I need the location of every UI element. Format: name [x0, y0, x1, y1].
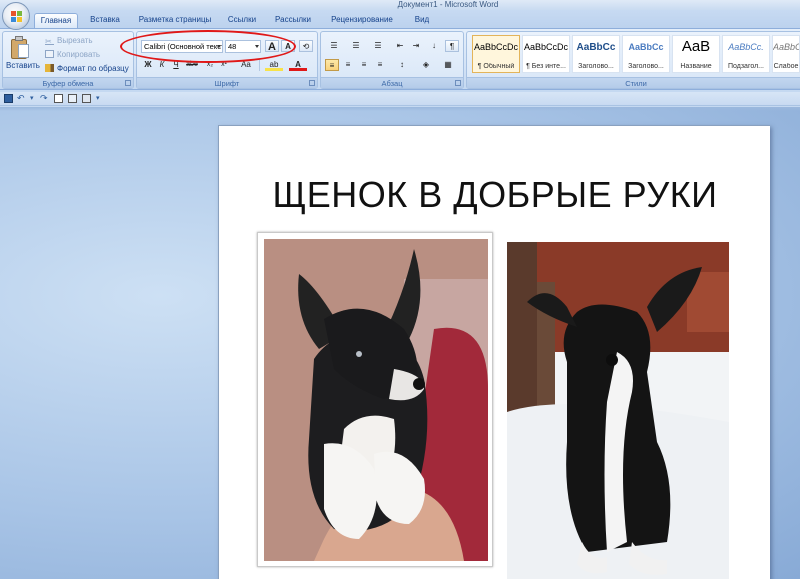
puppy-held-illustration — [264, 239, 488, 561]
increase-indent-icon[interactable]: ⇥ — [409, 40, 423, 52]
clear-format-icon[interactable]: ⟲ — [299, 40, 313, 52]
align-center-icon[interactable]: ≡ — [341, 59, 355, 71]
puppy-sitting-illustration — [507, 242, 729, 579]
ribbon-tabs: Главная Вставка Разметка страницы Ссылки… — [0, 10, 800, 28]
brush-icon — [45, 64, 54, 72]
multilevel-list-icon[interactable]: ☰ — [369, 40, 387, 52]
quick-access-toolbar: ↶ ▾ ↷ ▾ — [0, 92, 800, 106]
clipboard-group-label: Буфер обмена — [3, 77, 133, 88]
annotation-oval — [120, 30, 296, 63]
align-left-icon[interactable]: ≡ — [325, 59, 339, 71]
tab-insert[interactable]: Вставка — [84, 13, 126, 28]
document-page[interactable]: ЩЕНОК В ДОБРЫЕ РУКИ — [218, 125, 770, 579]
align-right-icon[interactable]: ≡ — [357, 59, 371, 71]
bullets-icon[interactable]: ☰ — [325, 40, 343, 52]
puppy-photo-1[interactable] — [257, 232, 493, 567]
styles-group-label: Стили — [467, 77, 800, 88]
copy-icon — [45, 50, 54, 58]
line-spacing-icon[interactable]: ↕ — [393, 59, 411, 71]
style-normal[interactable]: AaBbCcDc ¶ Обычный — [472, 35, 520, 73]
new-document-icon[interactable] — [54, 94, 63, 103]
window-title: Документ1 - Microsoft Word — [397, 0, 499, 9]
paragraph-group-label: Абзац — [321, 77, 463, 88]
font-launcher-icon[interactable] — [309, 80, 315, 86]
styles-gallery: AaBbCcDc ¶ Обычный AaBbCcDc ¶ Без инте..… — [470, 35, 800, 75]
decrease-indent-icon[interactable]: ⇤ — [393, 40, 407, 52]
paste-icon[interactable] — [11, 36, 31, 60]
separator — [259, 59, 260, 71]
style-heading-2[interactable]: AaBbCc Заголово... — [622, 35, 670, 73]
workspace-shadow — [0, 107, 800, 111]
highlight-icon[interactable]: ab — [265, 59, 283, 71]
title-bar: Документ1 - Microsoft Word — [0, 0, 800, 10]
clipboard-group: Вставить ✂ Вырезать Копировать Формат по … — [2, 31, 134, 89]
shading-icon[interactable]: ◈ — [417, 59, 435, 71]
borders-icon[interactable]: ▦ — [439, 59, 457, 71]
font-group-label: Шрифт — [137, 77, 317, 88]
document-heading[interactable]: ЩЕНОК В ДОБРЫЕ РУКИ — [219, 174, 771, 216]
justify-icon[interactable]: ≡ — [373, 59, 387, 71]
tab-references[interactable]: Ссылки — [222, 13, 262, 28]
customize-qat-icon[interactable]: ▾ — [96, 94, 105, 103]
paste-button[interactable]: Вставить — [6, 61, 40, 70]
font-color-button[interactable]: A — [289, 59, 307, 71]
puppy-photo-2[interactable] — [507, 242, 729, 579]
scissors-icon: ✂ — [45, 37, 54, 46]
office-button[interactable] — [2, 2, 30, 30]
bold-button[interactable]: Ж — [141, 59, 155, 71]
tab-review[interactable]: Рецензирование — [326, 13, 398, 28]
puppy-image-1 — [264, 239, 488, 561]
tab-page-layout[interactable]: Разметка страницы — [134, 13, 216, 28]
numbering-icon[interactable]: ☰ — [347, 40, 365, 52]
paragraph-launcher-icon[interactable] — [455, 80, 461, 86]
clipboard-launcher-icon[interactable] — [125, 80, 131, 86]
sort-icon[interactable]: ↓ — [427, 40, 441, 52]
undo-icon[interactable]: ↶ — [17, 94, 26, 103]
style-title[interactable]: AaB Название — [672, 35, 720, 73]
ribbon: Вставить ✂ Вырезать Копировать Формат по … — [0, 28, 800, 90]
style-heading-1[interactable]: AaBbCc Заголово... — [572, 35, 620, 73]
undo-dropdown-icon[interactable]: ▾ — [30, 94, 39, 103]
paragraph-group: ☰ ☰ ☰ ⇤ ⇥ ↓ ¶ ≡ ≡ ≡ ≡ ↕ ◈ ▦ Абзац — [320, 31, 464, 89]
tab-view[interactable]: Вид — [408, 13, 436, 28]
cut-button[interactable]: ✂ Вырезать — [45, 36, 93, 46]
redo-icon[interactable]: ↷ — [40, 94, 49, 103]
office-logo-icon — [11, 11, 23, 23]
style-subtitle[interactable]: AaBbCc. Подзагол... — [722, 35, 770, 73]
show-marks-button[interactable]: ¶ — [445, 40, 459, 52]
tab-mailings[interactable]: Рассылки — [270, 13, 316, 28]
save-icon[interactable] — [4, 94, 13, 103]
tab-home[interactable]: Главная — [34, 13, 78, 28]
format-painter-button[interactable]: Формат по образцу — [45, 64, 129, 73]
style-no-spacing[interactable]: AaBbCcDc ¶ Без инте... — [522, 35, 570, 73]
quick-print-icon[interactable] — [82, 94, 91, 103]
copy-button[interactable]: Копировать — [45, 50, 100, 59]
style-subtle[interactable]: AaBbCcD Слабое — [772, 35, 800, 73]
print-preview-icon[interactable] — [68, 94, 77, 103]
